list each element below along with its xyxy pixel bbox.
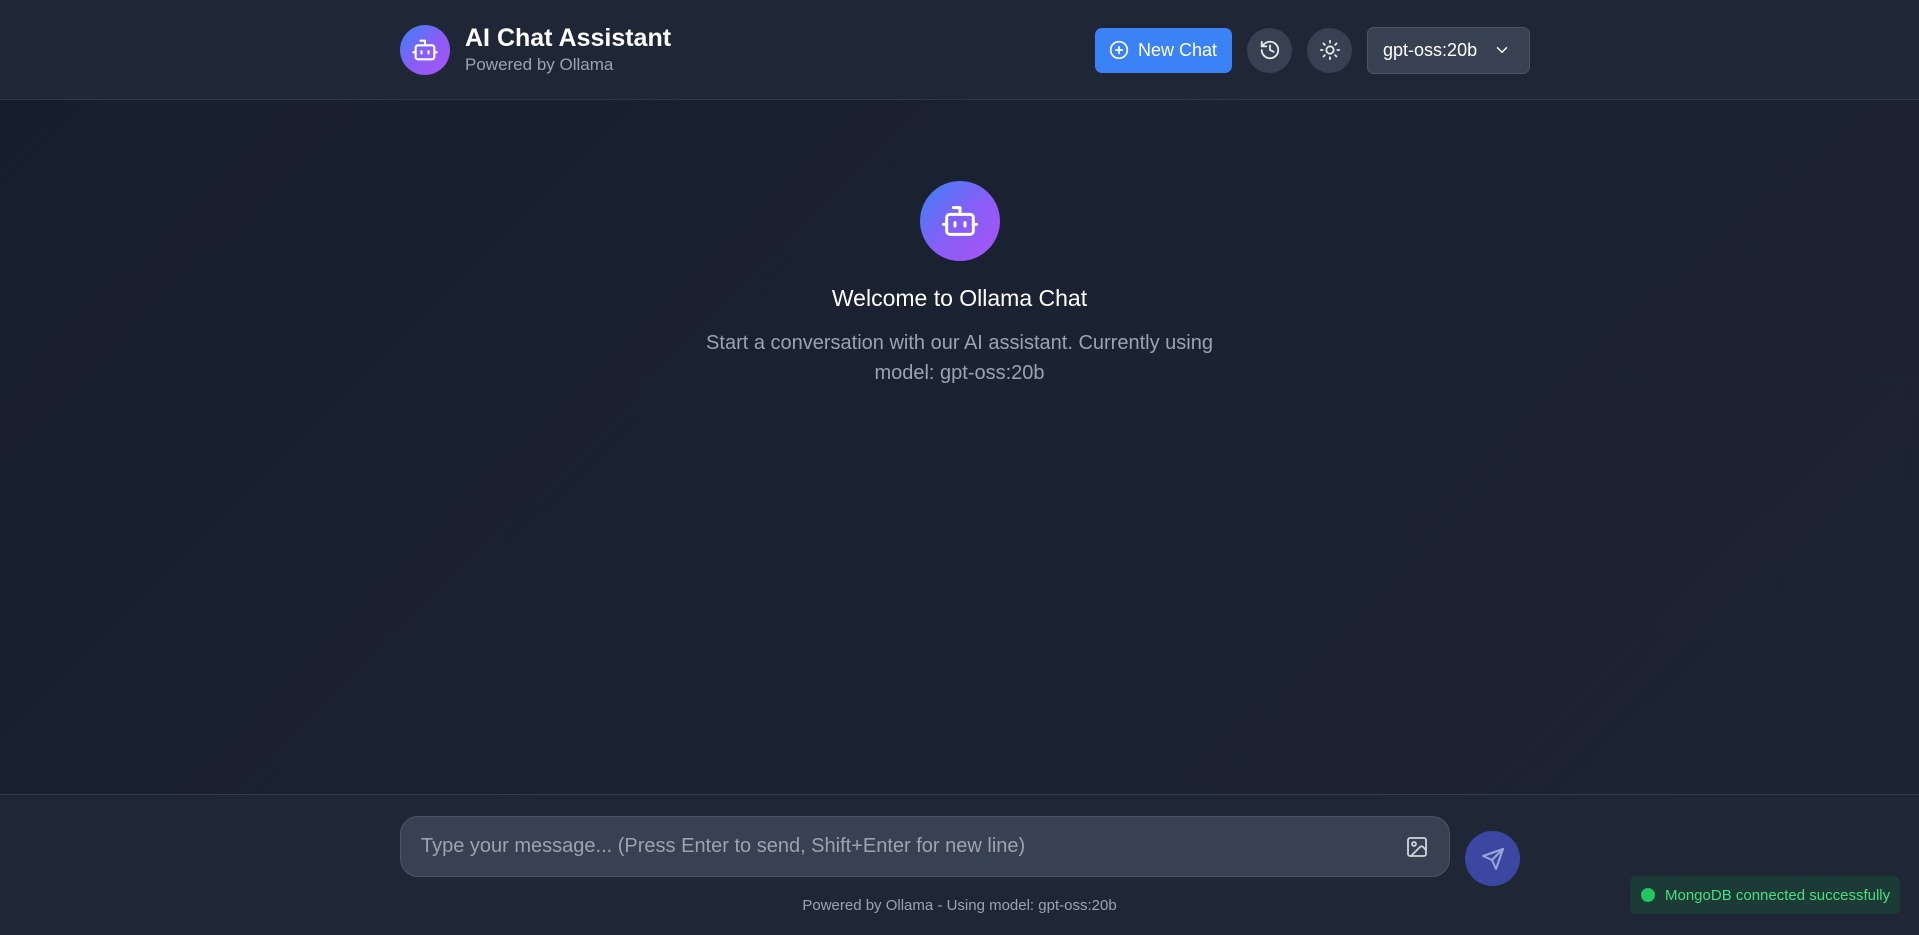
welcome-description: Start a conversation with our AI assista… (706, 332, 1213, 384)
welcome-title: Welcome to Ollama Chat (831, 285, 1088, 311)
sun-icon (1319, 39, 1341, 61)
app-header: AI Chat Assistant Powered by Ollama New … (0, 0, 1919, 100)
send-button[interactable] (1465, 831, 1520, 886)
robot-icon (400, 25, 450, 75)
plus-circle-icon (1109, 40, 1129, 60)
image-upload-button[interactable] (1404, 834, 1430, 860)
status-toast: MongoDB connected successfully (1630, 876, 1900, 914)
brand: AI Chat Assistant Powered by Ollama (400, 23, 672, 75)
message-input[interactable] (421, 817, 1381, 876)
model-select[interactable]: gpt-oss:20b (1367, 26, 1531, 74)
image-icon (1405, 835, 1429, 859)
model-select-value: gpt-oss:20b (1383, 39, 1478, 60)
send-icon (1481, 847, 1505, 871)
new-chat-label: New Chat (1138, 39, 1218, 60)
theme-toggle-button[interactable] (1307, 27, 1353, 73)
chevron-down-icon (1493, 41, 1511, 59)
status-dot-icon (1641, 888, 1655, 902)
header-actions: New Chat gpt-oss:20b (1095, 26, 1531, 74)
app-title: AI Chat Assistant (465, 23, 672, 52)
robot-icon (919, 181, 1000, 261)
history-icon (1259, 39, 1281, 61)
welcome-panel: Welcome to Ollama Chat Start a conversat… (0, 181, 1919, 388)
new-chat-button[interactable]: New Chat (1095, 27, 1233, 73)
history-button[interactable] (1247, 27, 1293, 73)
toast-message: MongoDB connected successfully (1665, 886, 1891, 904)
message-input-box (400, 816, 1450, 877)
composer-area: Powered by Ollama - Using model: gpt-oss… (0, 794, 1919, 935)
app-subtitle: Powered by Ollama (465, 54, 614, 74)
